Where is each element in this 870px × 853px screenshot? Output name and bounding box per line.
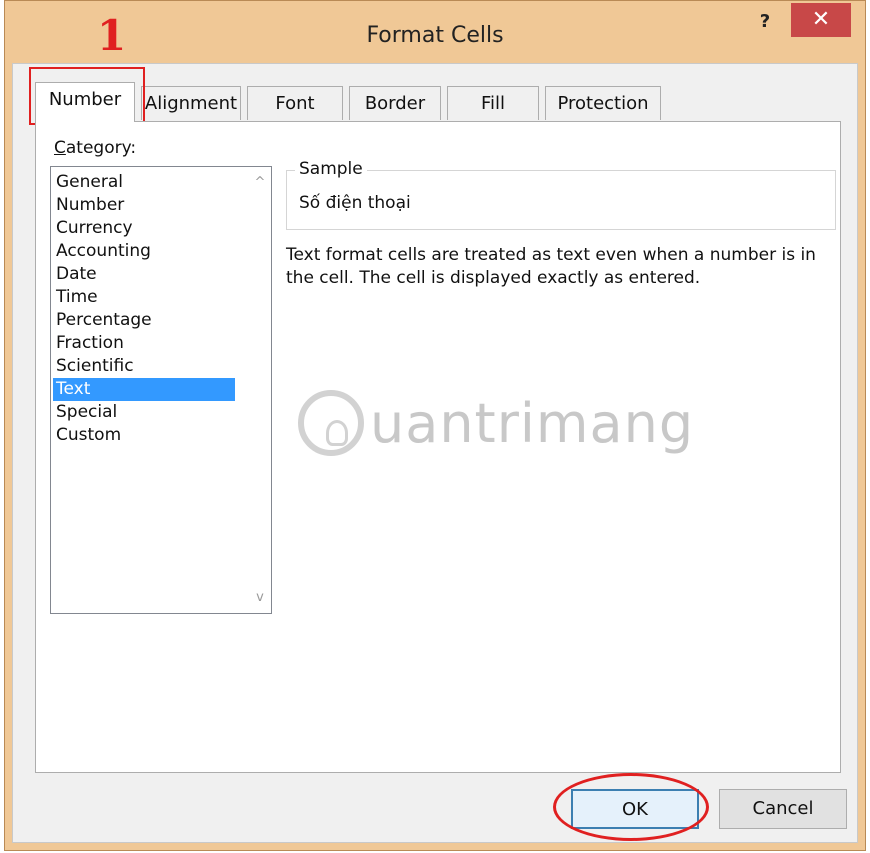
step-3-highlight-ellipse — [553, 773, 709, 841]
category-item-fraction[interactable]: Fraction — [53, 332, 235, 355]
category-label-mnemonic: C — [54, 138, 66, 158]
scroll-down-icon[interactable]: v — [253, 590, 267, 605]
tab-number[interactable]: Number — [35, 82, 135, 122]
sample-group: Sample Số điện thoại — [286, 159, 836, 230]
category-scrollbar[interactable]: ^ v — [249, 167, 271, 613]
help-button[interactable]: ? — [753, 11, 777, 41]
category-item-number[interactable]: Number — [53, 194, 235, 217]
category-listbox[interactable]: General Number Currency Accounting Date … — [50, 166, 272, 614]
category-label-text: ategory: — [65, 138, 137, 158]
dialog-title: Format Cells — [366, 23, 504, 48]
tab-alignment[interactable]: Alignment — [141, 86, 241, 120]
tab-font[interactable]: Font — [247, 86, 343, 120]
category-item-custom[interactable]: Custom — [53, 424, 235, 447]
watermark-text: uantrimang — [370, 392, 695, 455]
category-item-general[interactable]: General — [53, 171, 235, 194]
tab-protection[interactable]: Protection — [545, 86, 661, 120]
category-item-date[interactable]: Date — [53, 263, 235, 286]
watermark-logo-icon — [298, 390, 364, 456]
lightbulb-icon — [326, 420, 348, 446]
category-item-scientific[interactable]: Scientific — [53, 355, 235, 378]
format-cells-dialog: Format Cells ? ✕ Number Alignment Font B… — [4, 0, 866, 851]
category-item-currency[interactable]: Currency — [53, 217, 235, 240]
category-label: Category: — [54, 138, 136, 158]
close-button[interactable]: ✕ — [791, 3, 851, 37]
number-tab-panel: Category: General Number Currency Accoun… — [35, 121, 841, 773]
title-bar: Format Cells ? ✕ — [5, 1, 865, 63]
sample-legend: Sample — [295, 159, 367, 179]
step-1-marker: 1 — [97, 11, 127, 60]
category-item-text[interactable]: Text — [53, 378, 235, 401]
quantrimang-watermark: uantrimang — [298, 384, 698, 474]
category-item-accounting[interactable]: Accounting — [53, 240, 235, 263]
close-icon: ✕ — [811, 7, 831, 32]
tab-border[interactable]: Border — [349, 86, 441, 120]
tab-fill[interactable]: Fill — [447, 86, 539, 120]
cancel-button[interactable]: Cancel — [719, 789, 847, 829]
format-description: Text format cells are treated as text ev… — [286, 245, 816, 288]
scroll-up-icon[interactable]: ^ — [253, 175, 267, 190]
category-item-special[interactable]: Special — [53, 401, 235, 424]
category-item-time[interactable]: Time — [53, 286, 235, 309]
category-item-percentage[interactable]: Percentage — [53, 309, 235, 332]
dialog-body: Number Alignment Font Border Fill Protec… — [12, 63, 858, 843]
sample-value: Số điện thoại — [299, 193, 411, 213]
